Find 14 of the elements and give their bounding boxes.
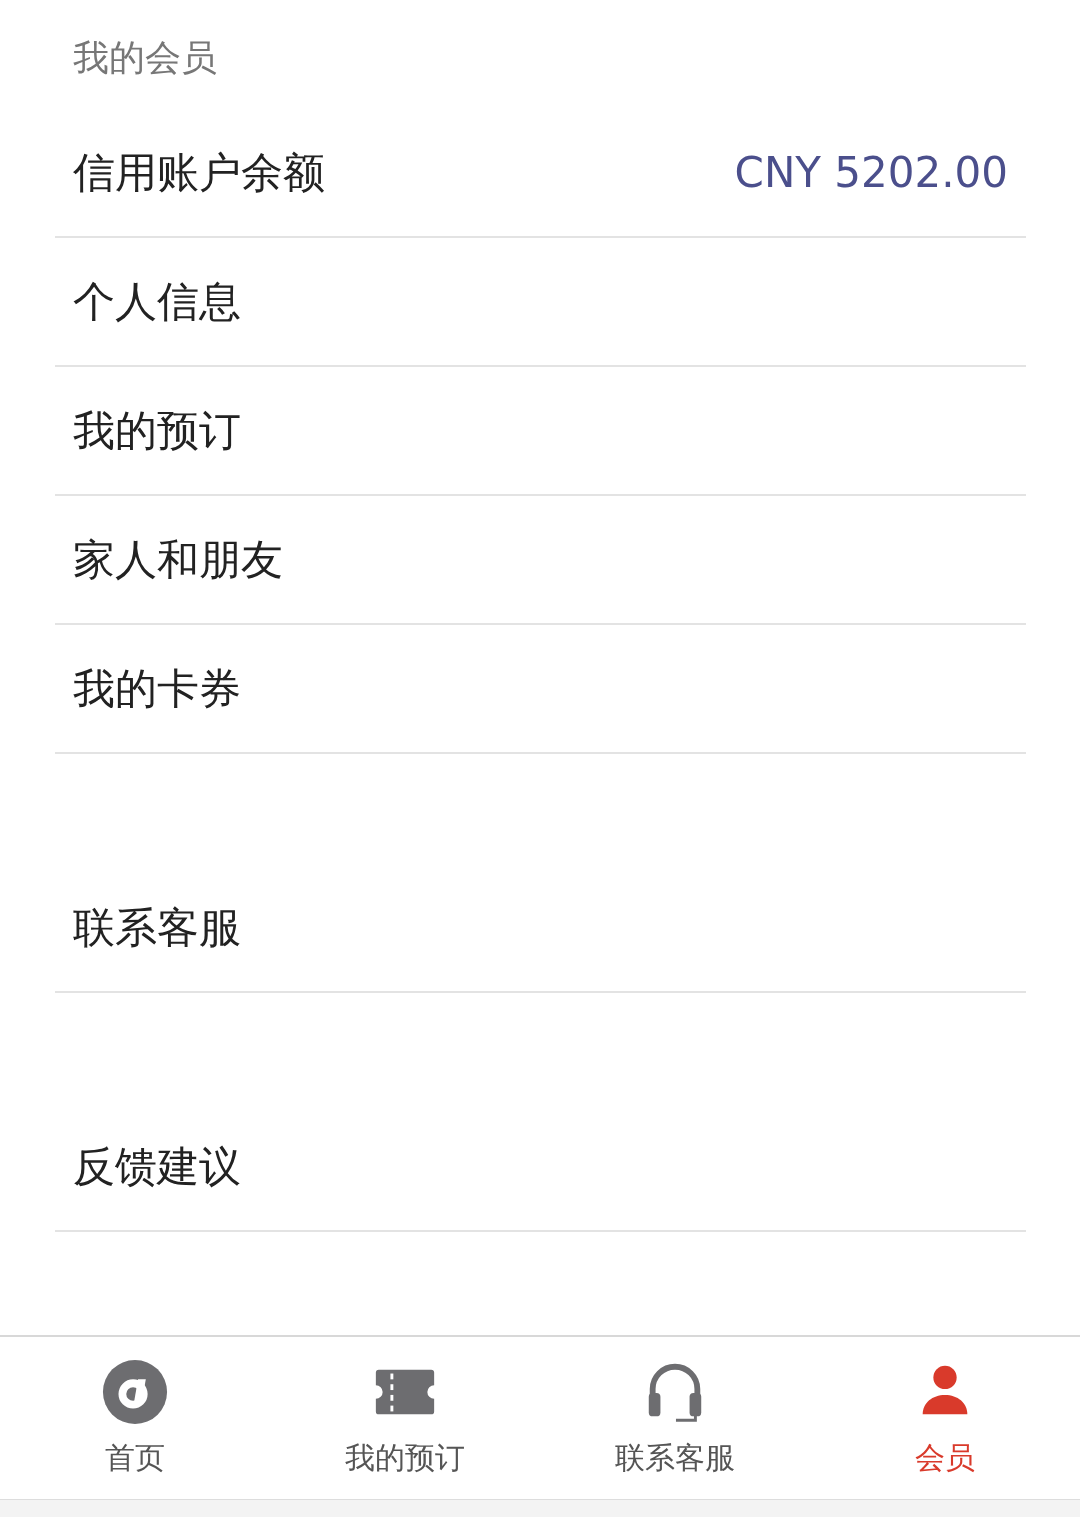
- menu-item[interactable]: 个人信息: [55, 238, 1026, 367]
- logo-icon: [101, 1357, 169, 1426]
- menu-item[interactable]: 我的预订: [55, 367, 1026, 496]
- balance-amount: CNY 5202.00: [734, 148, 1008, 197]
- menu-item[interactable]: 我的卡券: [55, 625, 1026, 754]
- tab[interactable]: 会员: [810, 1337, 1080, 1499]
- menu-item[interactable]: 信用账户余额 CNY 5202.00: [55, 109, 1026, 238]
- menu-item[interactable]: 反馈建议: [55, 1103, 1026, 1232]
- section-title: 我的会员: [72, 36, 218, 80]
- tab[interactable]: 我的预订: [270, 1337, 540, 1499]
- menu-item[interactable]: 联系客服: [55, 864, 1026, 993]
- menu-item[interactable]: 家人和朋友: [55, 496, 1026, 625]
- tab[interactable]: 联系客服: [540, 1337, 810, 1499]
- tab[interactable]: 首页: [0, 1337, 270, 1499]
